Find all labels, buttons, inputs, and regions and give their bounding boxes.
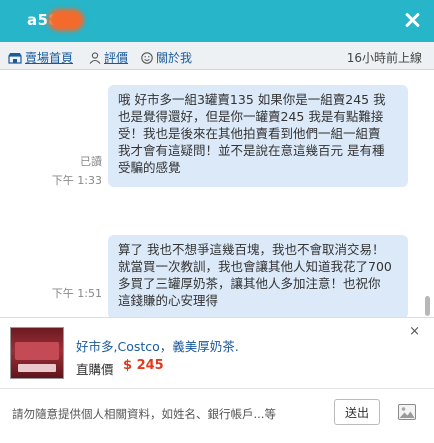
store-icon	[8, 52, 22, 64]
chat-nav: 賣場首頁 評價 關於我 16小時前上線	[0, 42, 434, 70]
product-thumbnail[interactable]	[10, 327, 64, 379]
last-online-status: 16小時前上線	[346, 51, 422, 65]
redacted-username-mask	[48, 9, 84, 31]
nav-store-home[interactable]: 賣場首頁	[8, 49, 73, 66]
message-timestamp: 下午 1:51	[51, 287, 102, 300]
send-button[interactable]: 送出	[334, 399, 380, 425]
message-line: 哦 好市多一組3罐賣135 如果你是一組賣245 我	[118, 92, 386, 107]
nav-about-label: 關於我	[156, 51, 193, 65]
message-line: 受！我也是後來在其他拍賣看到他們一組一組賣	[118, 126, 381, 141]
message-line: 就當買一次教訓，我也會讓其他人知道我花了700	[118, 259, 392, 274]
nav-reviews[interactable]: 評價	[89, 49, 128, 66]
nav-store-home-label: 賣場首頁	[25, 51, 74, 65]
product-price-label: 直購價	[76, 362, 114, 377]
message-list[interactable]: 哦 好市多一組3罐賣135 如果你是一組賣245 我 也是覺得還好，但是你一罐賣…	[0, 71, 434, 319]
message-timestamp: 下午 1:33	[51, 174, 102, 187]
message-line: 多買了三罐厚奶茶，讓其他人多加注意！也祝你	[118, 276, 381, 291]
chat-header: a58	[0, 0, 434, 42]
smiley-icon	[141, 51, 153, 64]
chat-scrollbar-thumb[interactable]	[425, 296, 430, 316]
message-composer: 送出	[0, 388, 434, 443]
product-thumbnail-label	[18, 364, 56, 372]
product-close-icon[interactable]: ×	[409, 324, 420, 339]
message-line: 受騙的感覺	[118, 160, 181, 175]
message-bubble: 算了 我也不想爭這幾百塊，我也不會取消交易！ 就當買一次教訓，我也會讓其他人知道…	[108, 235, 408, 319]
product-thumbnail-shelf	[15, 342, 59, 360]
message-line: 算了 我也不想爭這幾百塊，我也不會取消交易！	[118, 242, 385, 257]
read-receipt: 已讀	[80, 155, 102, 168]
message-line: 我才會有這疑問！並不是說在意這幾百元 是有種	[118, 143, 385, 158]
message-line: 也是覺得還好，但是你一罐賣245 我是有點難接	[118, 109, 384, 124]
close-icon[interactable]	[403, 11, 421, 29]
nav-reviews-label: 評價	[104, 51, 129, 65]
nav-about[interactable]: 關於我	[141, 49, 192, 66]
product-price: $ 245	[123, 358, 164, 373]
chat-scrollbar[interactable]	[424, 71, 432, 315]
message-input[interactable]	[12, 401, 304, 427]
product-card: 好市多,Costco，義美厚奶茶. 直購價 $ 245 ×	[0, 317, 434, 387]
product-title-link[interactable]: 好市多,Costco，義美厚奶茶.	[76, 336, 239, 355]
image-upload-icon[interactable]	[398, 404, 416, 420]
message-bubble: 哦 好市多一組3罐賣135 如果你是一組賣245 我 也是覺得還好，但是你一罐賣…	[108, 85, 408, 187]
user-icon	[89, 51, 101, 64]
message-line: 這錢賺的心安理得	[118, 293, 219, 308]
